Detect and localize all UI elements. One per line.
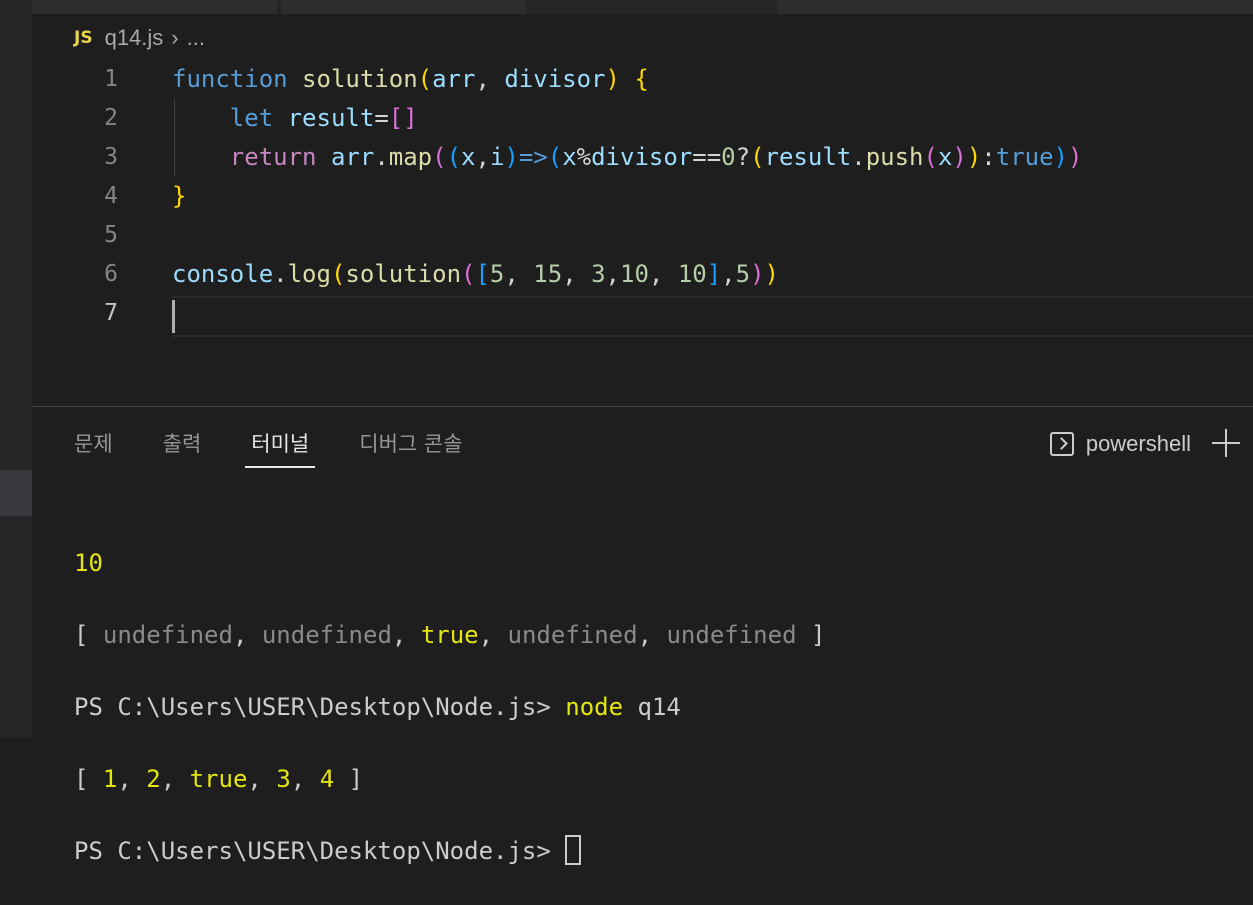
terminal-line: PS C:\Users\USER\Desktop\Node.js> node q… <box>74 689 1253 725</box>
panel-tab-bar: 문제 출력 터미널 디버그 콘솔 <box>74 424 513 468</box>
terminal-line: PS C:\Users\USER\Desktop\Node.js> <box>74 833 1253 869</box>
tab-terminal[interactable]: 터미널 <box>245 424 316 468</box>
editor-tab-bar <box>32 0 1253 14</box>
activity-bar <box>0 0 32 737</box>
terminal-line: [ undefined, undefined, true, undefined,… <box>74 617 1253 653</box>
terminal-line-text: [ undefined, undefined, true, undefined,… <box>74 621 826 649</box>
code-line: } <box>172 182 187 210</box>
js-file-icon: JS <box>74 28 93 48</box>
tab-output[interactable]: 출력 <box>163 424 202 468</box>
line-number: 5 <box>104 222 118 248</box>
editor-tab[interactable] <box>281 0 526 14</box>
tab-debug-console[interactable]: 디버그 콘솔 <box>359 424 462 468</box>
code-line: function solution(arr, divisor) { <box>172 65 649 93</box>
editor-tab[interactable] <box>32 0 277 14</box>
code-line: console.log(solution([5, 15, 3,10, 10],5… <box>172 260 779 288</box>
breadcrumb-file[interactable]: q14.js <box>105 25 164 51</box>
terminal-line: 10 <box>74 545 1253 581</box>
terminal-cursor <box>565 835 582 865</box>
terminal-line-text: PS C:\Users\USER\Desktop\Node.js> node q… <box>74 693 681 721</box>
line-number: 2 <box>104 105 118 131</box>
terminal-line-text: PS C:\Users\USER\Desktop\Node.js> <box>74 837 566 865</box>
tab-problems[interactable]: 문제 <box>74 424 113 468</box>
terminal-line-text: [ 1, 2, true, 3, 4 ] <box>74 765 364 793</box>
terminal-selector[interactable]: powershell <box>1049 426 1191 462</box>
code-editor[interactable]: 1 function solution(arr, divisor) { 2 le… <box>32 60 1253 406</box>
line-number: 7 <box>104 300 118 326</box>
terminal-icon <box>1049 432 1074 456</box>
editor-tab[interactable] <box>777 0 1253 14</box>
line-number: 6 <box>104 261 118 287</box>
line-number: 3 <box>104 144 118 170</box>
line-number: 4 <box>104 183 118 209</box>
breadcrumb: JS q14.js › ... <box>74 22 205 54</box>
line-number: 1 <box>104 66 118 92</box>
plus-icon[interactable] <box>1211 426 1241 460</box>
terminal-line: [ 1, 2, true, 3, 4 ] <box>74 761 1253 797</box>
chevron-right-icon: › <box>171 25 179 50</box>
terminal-line-text: 10 <box>74 549 103 577</box>
activity-marker <box>0 470 32 516</box>
terminal-name: powershell <box>1085 431 1191 456</box>
code-line: return arr.map((x,i)=>(x%divisor==0?(res… <box>229 143 1083 171</box>
panel-divider <box>32 406 1253 407</box>
terminal-output[interactable]: 10 [ undefined, undefined, true, undefin… <box>74 509 1253 905</box>
breadcrumb-symbol[interactable]: ... <box>187 25 205 51</box>
code-line: let result=[] <box>229 104 418 132</box>
